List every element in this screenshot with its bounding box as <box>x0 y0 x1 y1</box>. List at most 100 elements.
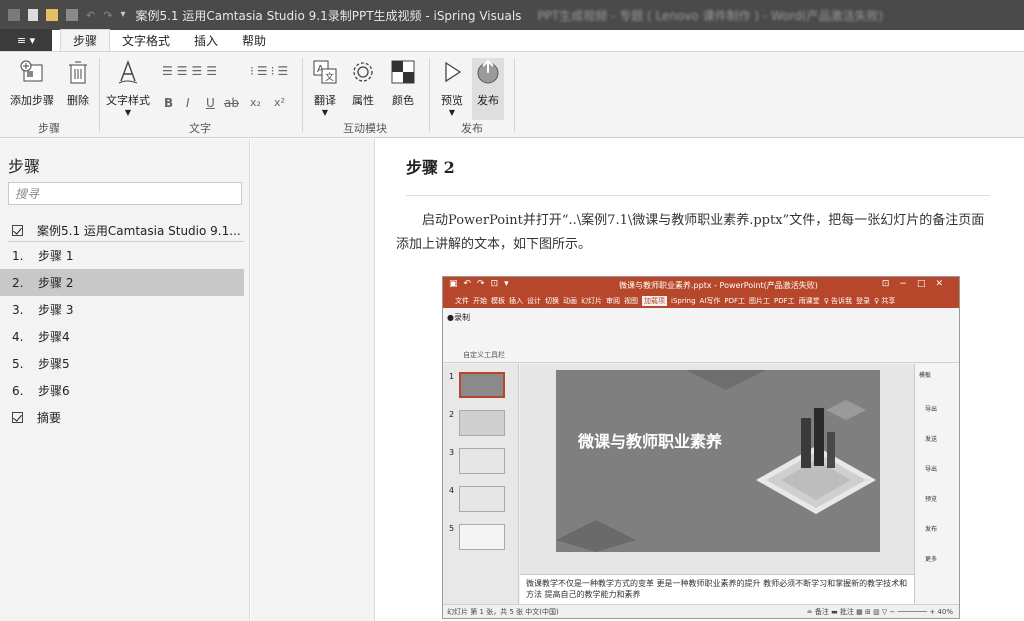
pp-thumb-number: 4 <box>449 486 455 495</box>
chevron-down-icon: ▼ <box>124 108 132 117</box>
pp-window-controls-icon: ⊡−□✕ <box>881 279 953 289</box>
redo-icon[interactable]: ↷ <box>103 9 112 22</box>
tab-text-format[interactable]: 文字格式 <box>110 29 182 51</box>
pp-ribbon: ●录制 自定义工具栏 <box>443 308 959 363</box>
pp-side-item: 导出 <box>925 406 938 413</box>
step-item-4[interactable]: 4. 步骤4 <box>0 323 244 350</box>
pp-status-right: ≐ 备注 ▬ 批注 ▦ ⊞ ▥ ▽ − ─────── + 40% <box>806 608 953 616</box>
search-input[interactable]: 搜寻 <box>8 182 242 205</box>
step-label: 步骤4 <box>38 330 70 344</box>
pp-menu-item: 文件 <box>455 297 469 305</box>
window-title-suffix: PPT生成视频 - 专题 ( Lenovo 课件制作 ) - Word(产品激活… <box>537 8 884 23</box>
summary-item[interactable]: 摘要 <box>0 404 244 431</box>
divider <box>406 195 990 196</box>
step-label: 步骤 1 <box>38 249 74 263</box>
step-item-6[interactable]: 6. 步骤6 <box>0 377 244 404</box>
delete-step-button[interactable]: 删除 <box>64 58 92 108</box>
strikethrough-button[interactable]: ab <box>224 96 239 110</box>
underline-button[interactable]: U <box>206 96 215 110</box>
add-step-button[interactable]: 添加步骤 <box>10 58 54 108</box>
customize-qa-icon[interactable]: ▾ <box>120 9 125 21</box>
chevron-down-icon: ▼ <box>448 108 456 117</box>
superscript-button[interactable]: x² <box>274 96 285 109</box>
pp-menu-item: 图片工 <box>749 297 771 305</box>
add-step-label: 添加步骤 <box>10 94 54 107</box>
step-item-3[interactable]: 3. 步骤 3 <box>0 296 244 323</box>
pp-side-item: 更多 <box>925 556 938 563</box>
tab-steps[interactable]: 步骤 <box>60 29 111 51</box>
tab-help[interactable]: 帮助 <box>230 29 278 51</box>
pp-thumb-number: 1 <box>449 372 455 381</box>
translate-icon: A文 <box>311 58 339 86</box>
step-item-5[interactable]: 5. 步骤5 <box>0 350 244 377</box>
pp-side-item: 发送 <box>925 436 938 443</box>
step-item-2[interactable]: 2. 步骤 2 <box>0 269 244 296</box>
step-label: 步骤 2 <box>38 276 74 290</box>
preview-button[interactable]: 预览 ▼ <box>438 58 466 117</box>
properties-button[interactable]: 属性 <box>349 58 377 108</box>
interactive-group: A文 翻译 ▼ 属性 颜色 互动模块 <box>303 56 427 136</box>
pp-menu-item: 切换 <box>545 297 559 305</box>
pp-menu-item: ♀ 告诉我 <box>823 297 853 305</box>
step-item-1[interactable]: 1. 步骤 1 <box>0 242 244 269</box>
gear-icon <box>349 58 377 86</box>
bold-button[interactable]: B <box>164 96 173 110</box>
tab-insert[interactable]: 插入 <box>182 29 230 51</box>
step-number: 5. <box>12 356 24 371</box>
align-icons[interactable]: ☰☰☰☰ <box>162 64 221 78</box>
publish-button[interactable]: 发布 <box>472 58 504 120</box>
pp-title-bar: ▣↶↷⊡▾ 微课与教师职业素养.pptx - PowerPoint(产品激活失败… <box>443 277 959 294</box>
pp-thumb-number: 2 <box>449 410 455 419</box>
pp-menu-item: PDF工 <box>724 297 746 305</box>
pp-thumbnail <box>459 410 505 436</box>
steps-panel: 步骤 搜寻 案例5.1 运用Camtasia Studio 9.1... 1. … <box>0 139 250 621</box>
text-style-button[interactable]: 文字样式 ▼ <box>106 58 150 117</box>
publish-group: 预览 ▼ 发布 发布 <box>430 56 514 136</box>
undo-icon[interactable]: ↶ <box>86 9 95 22</box>
save-icon[interactable] <box>66 9 78 21</box>
translate-button[interactable]: A文 翻译 ▼ <box>311 58 339 117</box>
subscript-button[interactable]: x₂ <box>250 96 261 109</box>
italic-button[interactable]: I <box>186 96 190 110</box>
file-menu-button[interactable]: ≡ ▾ <box>0 29 52 51</box>
step-label: 步骤5 <box>38 357 70 371</box>
steps-group: 添加步骤 删除 步骤 <box>0 56 98 136</box>
pp-side-item: 模板 <box>919 372 932 379</box>
pp-slide-stage: 微课与教师职业素养 <box>520 364 914 574</box>
embedded-screenshot[interactable]: ▣↶↷⊡▾ 微课与教师职业素养.pptx - PowerPoint(产品激活失败… <box>442 276 960 619</box>
pp-ispring-sidebar: 模板 导出 发送 导出 预览 发布 更多 <box>914 364 959 604</box>
title-bar: ↶ ↷ ▾ 案例5.1 运用Camtasia Studio 9.1录制PPT生成… <box>0 0 1024 30</box>
color-icon <box>389 58 417 86</box>
color-button[interactable]: 颜色 <box>389 58 417 108</box>
pp-window-title: 微课与教师职业素养.pptx - PowerPoint(产品激活失败) <box>619 281 818 290</box>
pp-menu-item: PDF工 <box>774 297 795 305</box>
interactive-group-label: 互动模块 <box>343 122 387 135</box>
preview-gutter <box>251 139 375 621</box>
new-file-icon[interactable] <box>28 9 38 21</box>
list-icons[interactable]: ⁝☰⁝☰ <box>250 64 291 78</box>
pp-menu-item: 雨课堂 <box>798 297 820 305</box>
color-label: 颜色 <box>392 94 414 107</box>
summary-checkbox[interactable] <box>12 412 23 423</box>
pp-thumbnail <box>459 524 505 550</box>
project-item[interactable]: 案例5.1 运用Camtasia Studio 9.1... <box>0 217 244 244</box>
step-number: 1. <box>12 248 24 263</box>
project-label: 案例5.1 运用Camtasia Studio 9.1... <box>37 224 241 238</box>
pp-thumbnail <box>459 448 505 474</box>
text-style-icon <box>114 58 142 86</box>
quick-access-toolbar: ↶ ↷ ▾ <box>8 9 125 22</box>
summary-label: 摘要 <box>37 411 62 425</box>
translate-label: 翻译 <box>314 94 336 107</box>
play-icon <box>438 58 466 86</box>
pp-notes-pane: 微课教学不仅是一种教学方式的变革 更是一种教师职业素养的提升 教师必须不断学习和… <box>520 574 914 604</box>
window-title: 案例5.1 运用Camtasia Studio 9.1录制PPT生成视频 - i… <box>135 8 522 23</box>
pp-record-toolbar: ●录制 <box>447 313 470 322</box>
pp-menu-item: iSpring <box>671 297 696 305</box>
project-checkbox[interactable] <box>12 225 23 236</box>
pp-menu-bar: 文件 开始 模板 插入 设计 切换 动画 幻灯片 审阅 视图 加载项 iSpri… <box>443 294 959 308</box>
step-content: 步骤 2 启动PowerPoint并打开“..\案例7.1\微课与教师职业素养.… <box>376 139 1024 621</box>
open-folder-icon[interactable] <box>46 9 58 21</box>
steps-panel-title: 步骤 <box>8 157 41 176</box>
ribbon: 添加步骤 删除 步骤 文字样式 ▼ ☰☰☰☰ ⁝☰⁝☰ B I U ab x₂ … <box>0 52 1024 138</box>
ribbon-separator <box>514 58 515 132</box>
